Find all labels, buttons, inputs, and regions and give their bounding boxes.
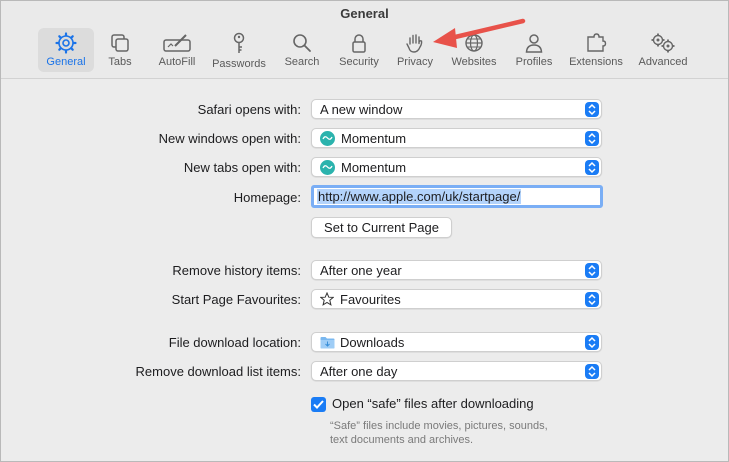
tab-advanced[interactable]: Advanced (634, 28, 692, 72)
momentum-icon (320, 130, 335, 146)
safari-opens-with-popup[interactable]: A new window (311, 99, 602, 119)
tab-extensions[interactable]: Extensions (564, 28, 628, 72)
tab-search[interactable]: Search (280, 28, 324, 72)
chevron-updown-icon (585, 263, 599, 278)
lock-icon (352, 34, 366, 53)
tab-label: Privacy (396, 56, 434, 68)
homepage-row: Homepage: http://www.apple.com/uk/startp… (1, 185, 728, 209)
tab-label: Advanced (638, 56, 688, 68)
popup-value: Downloads (340, 334, 405, 350)
chevron-updown-icon (585, 292, 599, 307)
popup-value: Momentum (341, 159, 407, 175)
popup-value: After one year (320, 262, 402, 278)
file-download-location-label: File download location: (168, 335, 301, 350)
popup-value: After one day (320, 363, 398, 379)
search-icon (293, 34, 311, 52)
remove-download-list-row: Remove download list items: After one da… (1, 361, 728, 383)
tab-label: AutoFill (158, 56, 196, 68)
start-page-favourites-label: Start Page Favourites: (171, 292, 301, 307)
tab-passwords[interactable]: Passwords (208, 28, 270, 72)
momentum-icon (320, 159, 335, 175)
safe-files-note-line2: text documents and archives. (330, 434, 474, 446)
open-safe-files-row: Open “safe” files after downloading (311, 396, 711, 414)
chevron-updown-icon (585, 160, 599, 175)
window-title: General (340, 6, 389, 21)
start-page-favourites-row: Start Page Favourites: Favourites (1, 289, 728, 311)
tab-general[interactable]: General (38, 28, 94, 72)
checkmark-icon (313, 400, 324, 409)
open-safe-files-checkbox[interactable] (311, 397, 326, 412)
tab-label: Passwords (212, 58, 266, 70)
safari-opens-with-label: Safari opens with: (197, 102, 301, 117)
popup-value: A new window (320, 101, 403, 117)
chevron-updown-icon (585, 102, 599, 117)
new-tabs-open-with-label: New tabs open with: (183, 160, 301, 175)
safari-settings-window: General General Tabs AutoFill Passwords … (0, 0, 729, 462)
tab-label: Security (339, 56, 379, 68)
popup-value: Favourites (340, 291, 401, 307)
chevron-updown-icon (585, 364, 599, 379)
settings-toolbar: General General Tabs AutoFill Passwords … (1, 1, 728, 79)
remove-history-row: Remove history items: After one year (1, 260, 728, 282)
chevron-updown-icon (585, 335, 599, 350)
tab-autofill[interactable]: AutoFill (154, 28, 200, 72)
popup-value: Momentum (341, 130, 407, 146)
new-windows-open-with-popup[interactable]: Momentum (311, 128, 602, 148)
file-download-location-row: File download location: Downloads (1, 332, 728, 354)
tabs-icon (111, 34, 129, 52)
remove-history-popup[interactable]: After one year (311, 260, 602, 280)
tab-security[interactable]: Security (335, 28, 383, 72)
set-to-current-page-button[interactable]: Set to Current Page (311, 217, 452, 238)
puzzle-icon (587, 33, 607, 52)
new-tabs-open-with-row: New tabs open with: Momentum (1, 157, 728, 179)
new-windows-open-with-label: New windows open with: (158, 131, 301, 146)
safe-files-note-line1: “Safe” files include movies, pictures, s… (330, 420, 548, 432)
tab-label: Search (284, 56, 320, 68)
set-current-page-row: Set to Current Page (1, 217, 728, 239)
gears-icon (651, 33, 675, 53)
file-download-location-popup[interactable]: Downloads (311, 332, 602, 352)
remove-history-label: Remove history items: (172, 263, 301, 278)
remove-download-list-label: Remove download list items: (135, 364, 301, 379)
tab-label: General (46, 56, 86, 68)
homepage-field[interactable]: http://www.apple.com/uk/startpage/ (311, 185, 603, 208)
hand-icon (406, 34, 423, 53)
tab-label: Websites (451, 56, 497, 68)
folder-icon (320, 336, 335, 349)
new-tabs-open-with-popup[interactable]: Momentum (311, 157, 602, 177)
tab-label: Extensions (569, 56, 623, 68)
homepage-value: http://www.apple.com/uk/startpage/ (317, 189, 522, 204)
autofill-icon (163, 34, 191, 52)
tab-tabs[interactable]: Tabs (98, 28, 142, 72)
homepage-label: Homepage: (233, 190, 301, 205)
start-page-favourites-popup[interactable]: Favourites (311, 289, 602, 309)
general-settings-pane: Safari opens with: A new window New wind… (1, 80, 728, 461)
tab-label: Tabs (108, 56, 132, 68)
star-icon (320, 292, 334, 306)
annotation-arrow-icon (433, 18, 526, 48)
safari-opens-with-row: Safari opens with: A new window (1, 99, 728, 121)
open-safe-files-label: Open “safe” files after downloading (332, 396, 534, 411)
key-icon (233, 32, 245, 53)
new-windows-open-with-row: New windows open with: Momentum (1, 128, 728, 150)
gear-icon (55, 32, 77, 54)
remove-download-list-popup[interactable]: After one day (311, 361, 602, 381)
chevron-updown-icon (585, 131, 599, 146)
tab-label: Profiles (515, 56, 553, 68)
